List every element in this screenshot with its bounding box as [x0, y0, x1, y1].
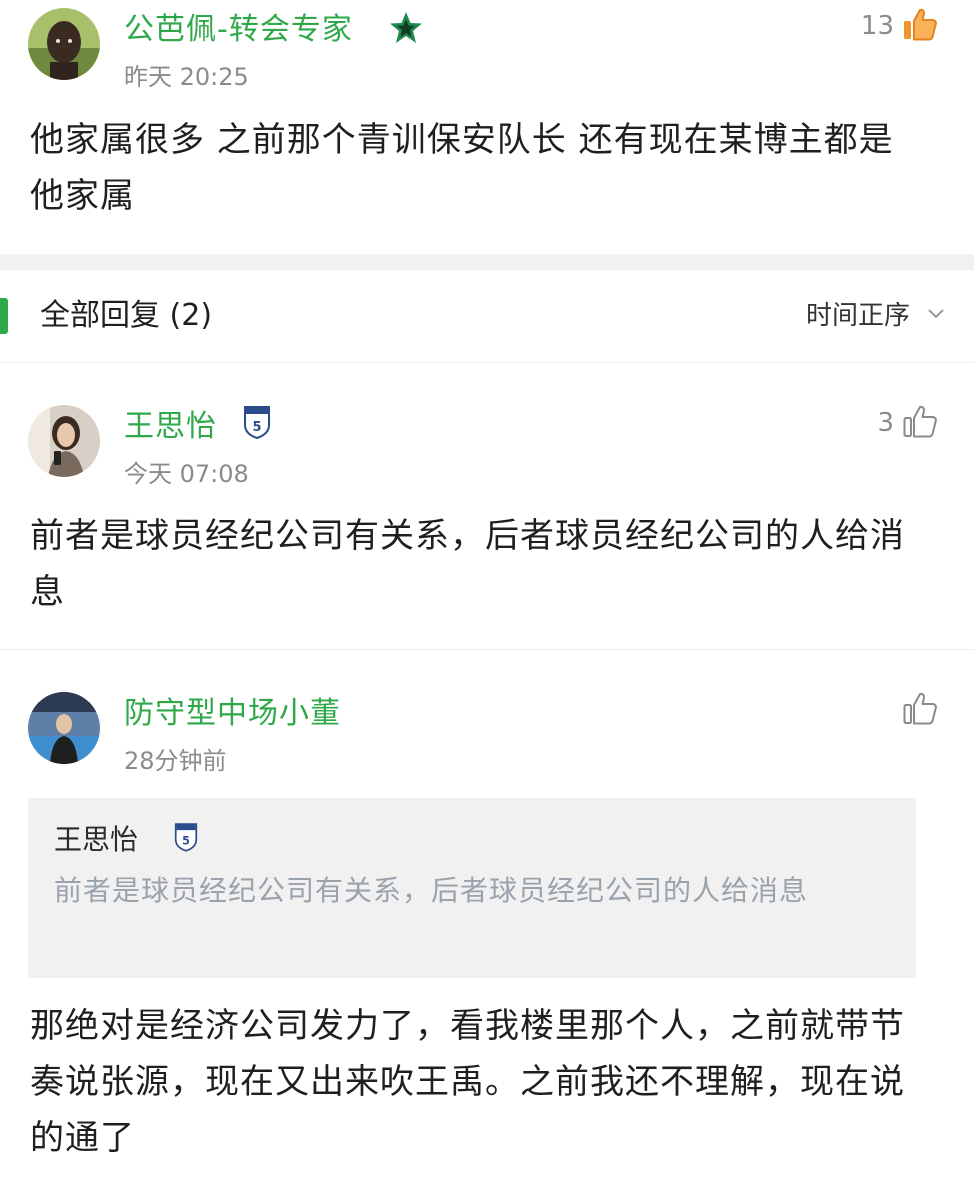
- chevron-down-icon[interactable]: [926, 304, 946, 328]
- comment-text: 前者是球员经纪公司有关系，后者球员经纪公司的人给消息: [30, 516, 905, 612]
- quoted-reply[interactable]: 王思怡 5 前者是球员经纪公司有关系，后者球员经纪公司的人给消息: [28, 798, 916, 978]
- avatar[interactable]: [28, 8, 100, 80]
- thumbs-up-icon: [902, 690, 938, 730]
- comment-thread: 公芭佩-转会专家 昨天 20:25 13 他家属很多 之前那个青训保安队长 还有…: [0, 0, 974, 1197]
- username[interactable]: 王思怡: [124, 407, 217, 447]
- comment-time: 今天 07:08: [124, 460, 249, 488]
- username[interactable]: 防守型中场小董: [124, 694, 341, 734]
- thumbs-up-icon: [902, 403, 938, 443]
- team-crest-icon: 5: [243, 405, 271, 443]
- like-count: 13: [860, 11, 894, 41]
- green-star-icon: [388, 10, 424, 50]
- thumbs-up-filled-icon: [902, 6, 938, 46]
- replies-header: 全部回复 (2) 时间正序: [0, 270, 974, 362]
- section-divider: [0, 254, 974, 270]
- svg-text:5: 5: [182, 835, 190, 848]
- avatar[interactable]: [28, 405, 100, 477]
- like-button[interactable]: 13: [861, 6, 938, 46]
- svg-text:5: 5: [252, 420, 261, 435]
- comment-time: 昨天 20:25: [124, 63, 249, 91]
- comment-text: 那绝对是经济公司发力了，看我楼里那个人，之前就带节奏说张源，现在又出来吹王禹。之…: [30, 1006, 905, 1158]
- username[interactable]: 公芭佩-转会专家: [124, 10, 353, 50]
- team-crest-icon: 5: [174, 822, 198, 856]
- avatar[interactable]: [28, 692, 100, 764]
- like-button[interactable]: [902, 690, 938, 730]
- quoted-text: 前者是球员经纪公司有关系，后者球员经纪公司的人给消息: [54, 874, 809, 907]
- quoted-username: 王思怡: [54, 823, 139, 856]
- reply-item: 王思怡 5 今天 07:08 3 前者是球员经纪公司有关系，后者球员经纪公司的人…: [0, 363, 974, 649]
- like-button[interactable]: 3: [877, 403, 938, 443]
- comment-text: 他家属很多 之前那个青训保安队长 还有现在某博主都是他家属: [30, 120, 894, 216]
- comment-time: 28分钟前: [124, 747, 227, 775]
- replies-title: 全部回复 (2): [40, 298, 213, 333]
- main-comment: 公芭佩-转会专家 昨天 20:25 13 他家属很多 之前那个青训保安队长 还有…: [0, 0, 974, 254]
- like-count: 3: [877, 408, 894, 438]
- sort-order-dropdown[interactable]: 时间正序: [806, 296, 910, 336]
- section-accent-bar: [0, 298, 8, 334]
